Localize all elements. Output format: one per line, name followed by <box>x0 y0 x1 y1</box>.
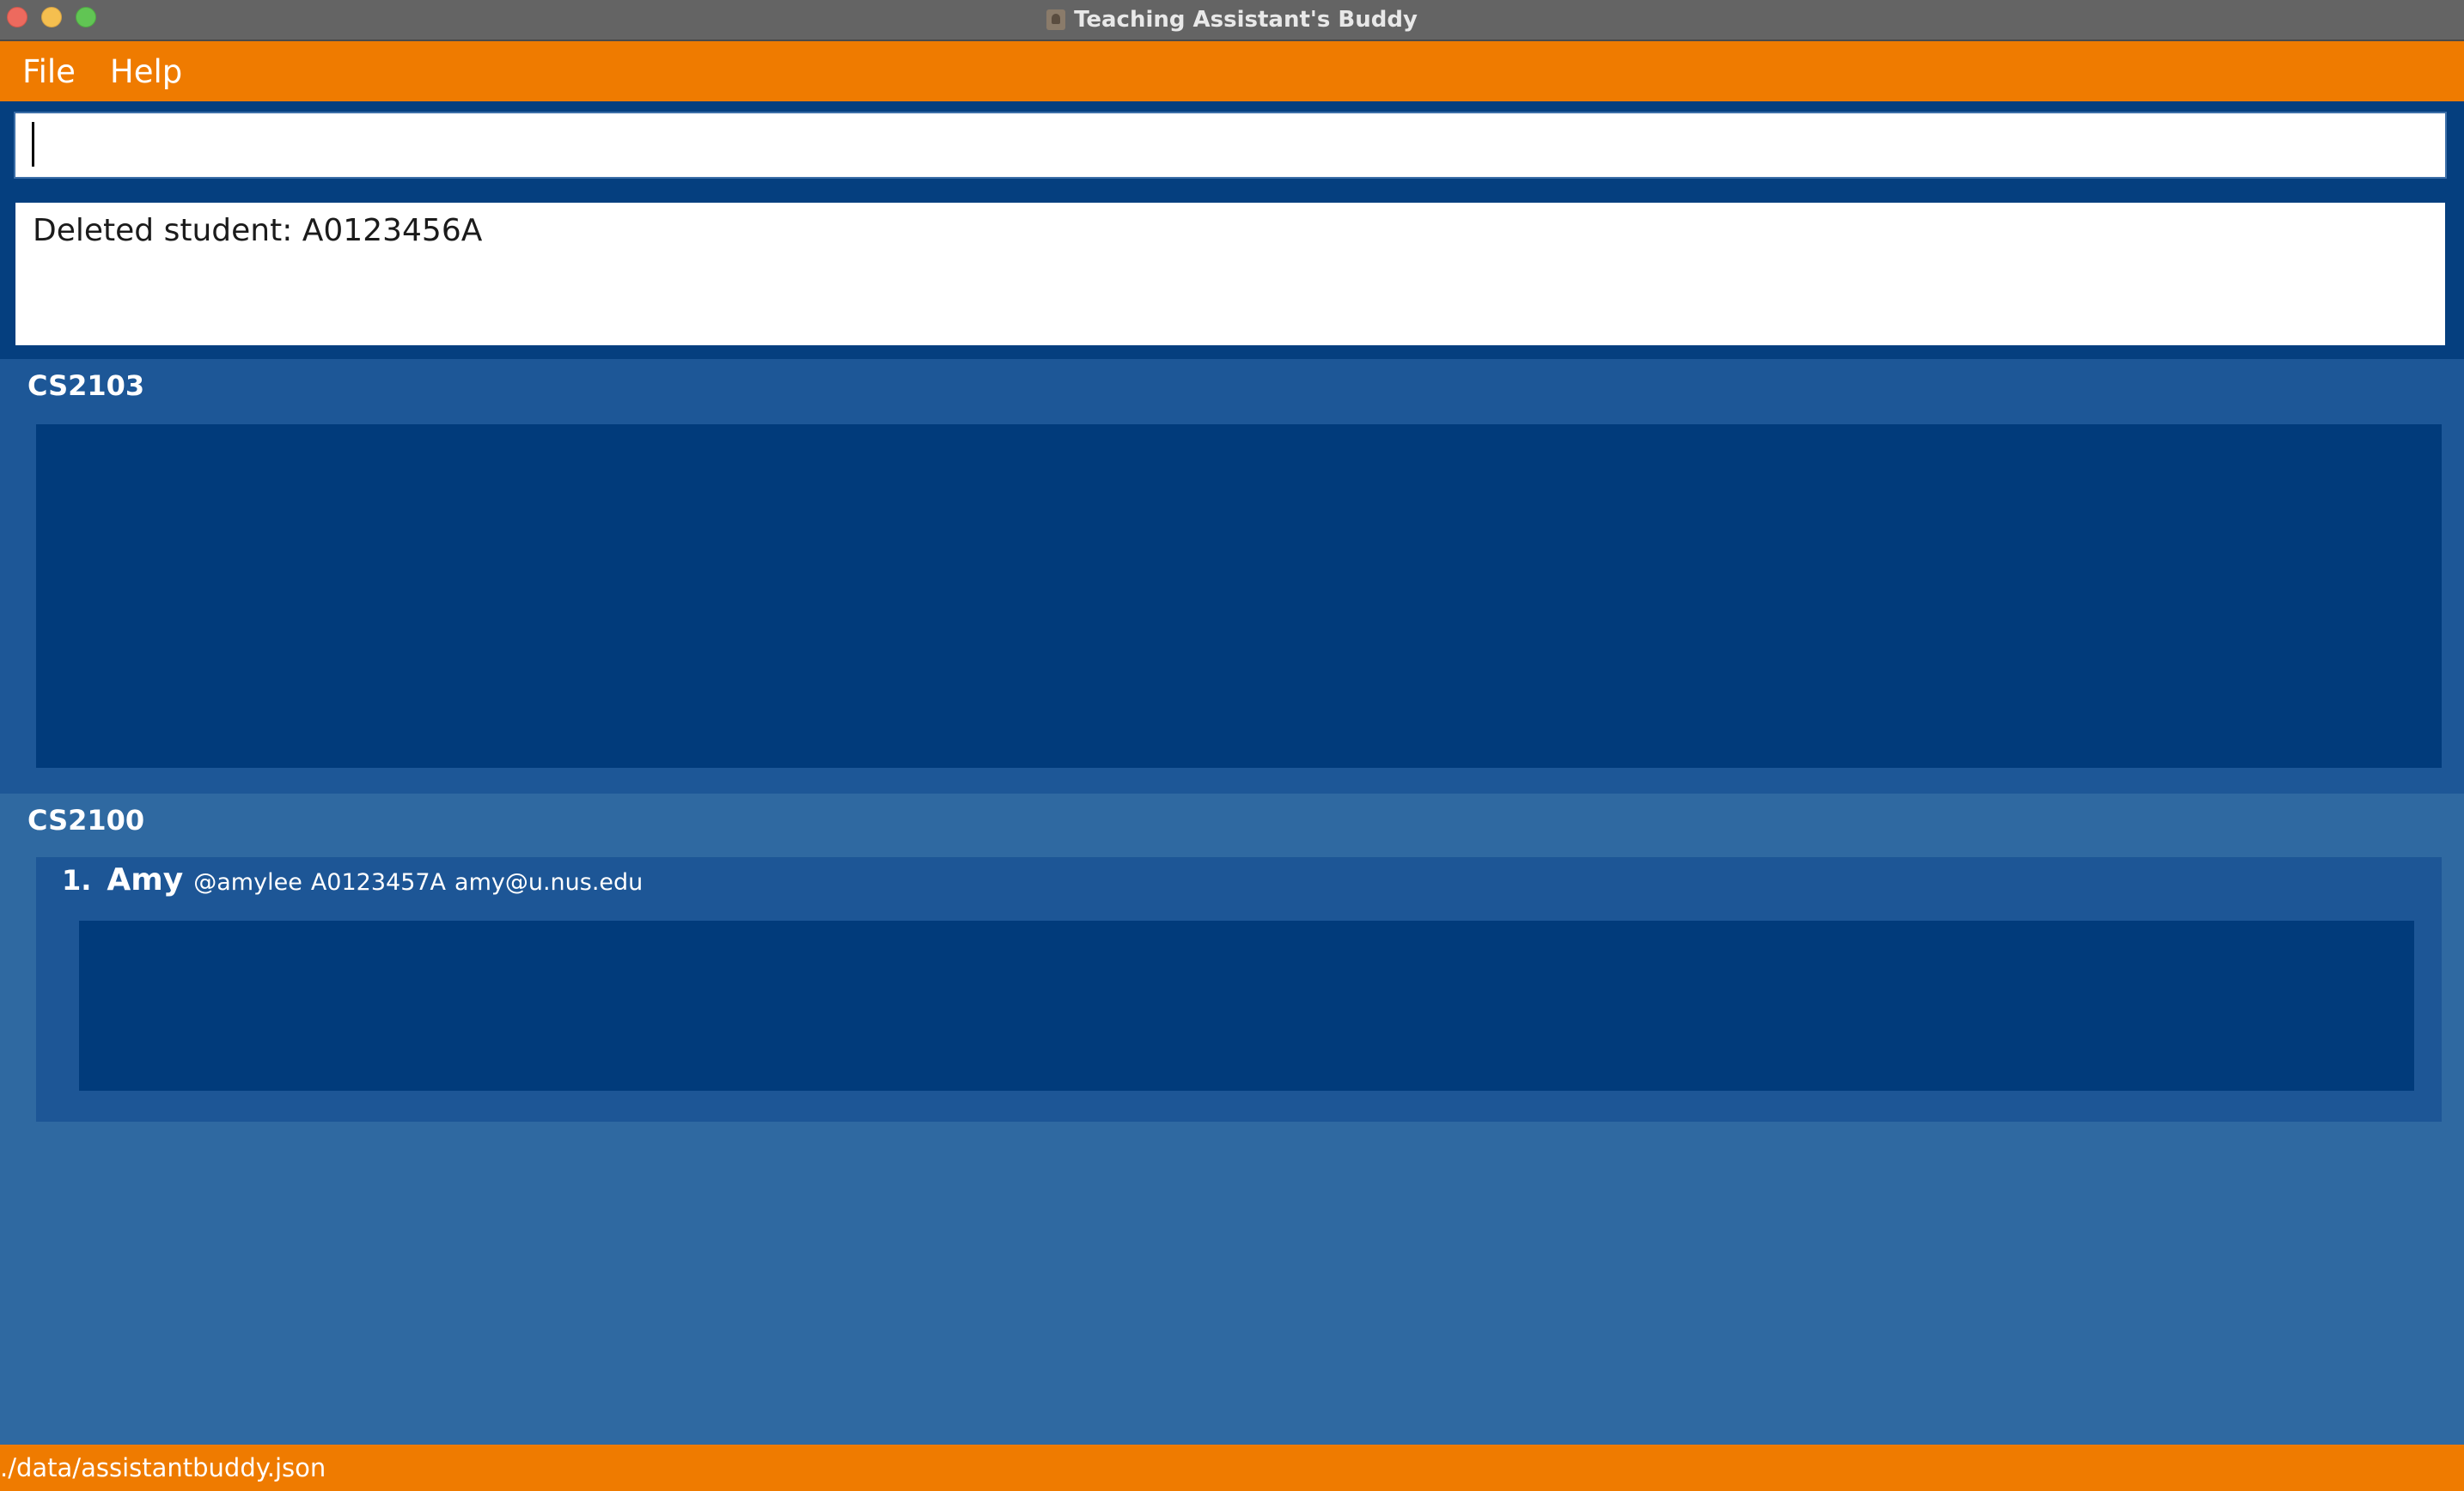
menu-file[interactable]: File <box>22 53 76 90</box>
menu-help[interactable]: Help <box>110 53 182 90</box>
module-title: CS2103 <box>27 369 145 402</box>
module-title: CS2100 <box>27 804 145 837</box>
status-bar: ./data/assistantbuddy.json <box>0 1445 2464 1491</box>
student-list-empty[interactable] <box>36 424 2442 768</box>
app-window: Teaching Assistant's Buddy File Help Del… <box>0 0 2464 1491</box>
text-caret <box>32 122 34 167</box>
student-card[interactable]: 1. Amy @amylee A0123457A amy@u.nus.edu <box>36 857 2442 1122</box>
title-bar: Teaching Assistant's Buddy <box>0 0 2464 41</box>
result-message: Deleted student: A0123456A <box>33 213 483 248</box>
student-header: 1. Amy @amylee A0123457A amy@u.nus.edu <box>62 862 651 898</box>
window-title: Teaching Assistant's Buddy <box>1074 7 1418 33</box>
app-icon <box>1046 9 1066 30</box>
student-name: Amy <box>107 862 184 898</box>
result-display: Deleted student: A0123456A <box>15 203 2445 345</box>
command-input[interactable] <box>14 112 2447 179</box>
command-area: Deleted student: A0123456A <box>0 101 2464 359</box>
module-panel: CS2103 <box>0 359 2464 794</box>
student-id: A0123457A <box>310 869 447 896</box>
student-email: amy@u.nus.edu <box>454 869 643 896</box>
title-wrap: Teaching Assistant's Buddy <box>0 0 2464 40</box>
save-file-path: ./data/assistantbuddy.json <box>0 1453 326 1482</box>
menu-bar: File Help <box>0 41 2464 101</box>
module-panel: CS2100 1. Amy @amylee A0123457A amy@u.nu… <box>0 794 2464 1445</box>
student-task-list[interactable] <box>79 921 2414 1091</box>
student-index: 1. <box>62 864 92 897</box>
student-telegram: @amylee <box>193 869 302 896</box>
